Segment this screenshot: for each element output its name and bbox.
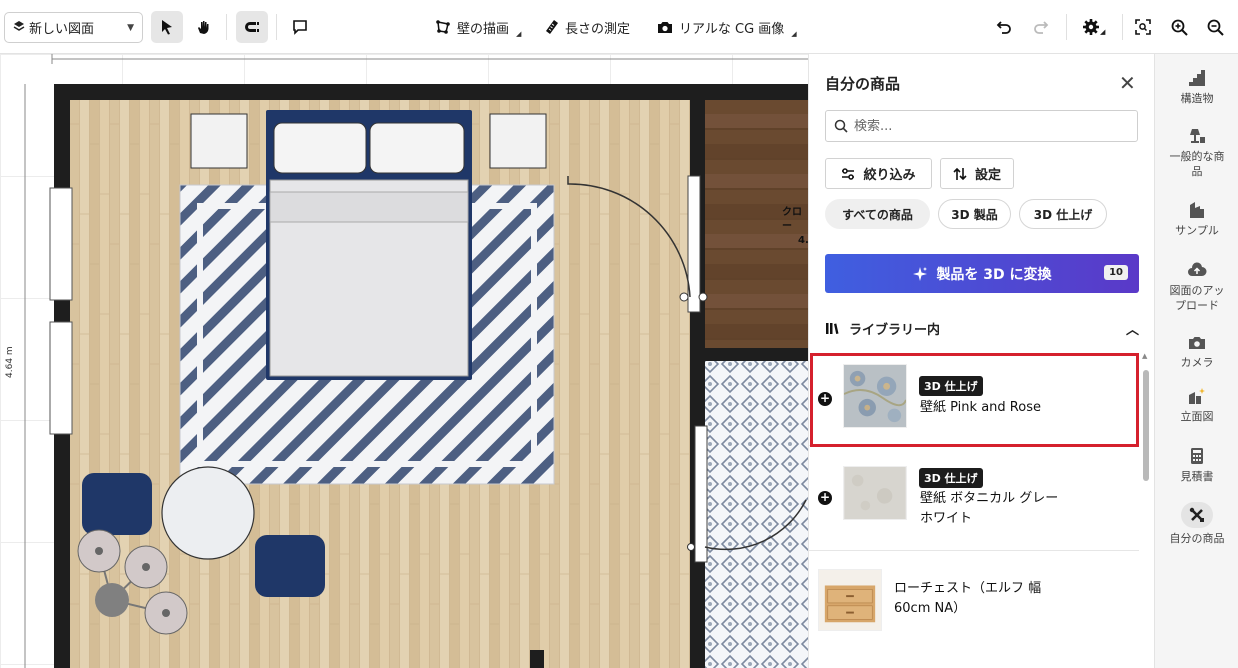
- calculator-icon: [1191, 448, 1203, 464]
- zoom-fit-icon: [1135, 19, 1151, 35]
- rail-item-general-products[interactable]: 一般的な商 品: [1155, 126, 1238, 179]
- zoom-in-icon: [1171, 19, 1188, 36]
- hand-icon: [198, 21, 209, 34]
- measure-tool[interactable]: 長さの測定: [545, 16, 630, 38]
- product-thumbnail: [843, 466, 907, 520]
- convert-label: 製品を 3D に変換: [936, 266, 1052, 283]
- product-thumbnail: [818, 569, 882, 631]
- undo-icon: [996, 21, 1011, 34]
- scrollbar-thumb[interactable]: [1143, 370, 1149, 481]
- my-products-panel: 自分の商品 ✕ 絞り込み 設定 すべての商品 3D 製品 3D 仕上げ 製品を …: [808, 54, 1154, 668]
- library-section-header[interactable]: ライブラリー内 ︿: [825, 316, 1139, 340]
- camera-icon: [658, 22, 672, 33]
- lamp-icon: [1190, 129, 1205, 143]
- close-icon[interactable]: ✕: [1119, 71, 1136, 95]
- product-thumbnail: [843, 364, 907, 428]
- rail-item-my-products[interactable]: 自分の商品: [1155, 502, 1238, 546]
- plan-select-label: 新しい図面: [29, 22, 95, 37]
- rail-item-structure[interactable]: 構造物: [1155, 68, 1238, 106]
- convert-count-badge: 10: [1104, 265, 1128, 280]
- room-label: クロー 4.: [782, 207, 808, 246]
- list-item[interactable]: + 3D 仕上げ 壁紙 ボタニカル グレー ホワイト: [809, 446, 1139, 551]
- dimension-label: 4.64 m: [5, 346, 15, 378]
- product-name: 壁紙 ボタニカル グレー ホワイト: [920, 491, 1059, 526]
- list-item[interactable]: + 3D 仕上げ 壁紙 Pink and Rose: [809, 350, 1139, 446]
- floor-plan-canvas[interactable]: 4.64 m クロー 4.: [0, 54, 808, 668]
- product-name: 壁紙 Pink and Rose: [920, 400, 1041, 415]
- chevron-down-icon: ▼: [127, 22, 134, 33]
- right-tool-rail: 構造物 一般的な商 品 サンプル 図面のアッ プロード カメラ 立面図 見積書 …: [1154, 54, 1238, 668]
- list-item[interactable]: ローチェスト（エルフ 幅 60cm NA）: [809, 551, 1139, 651]
- render-label: リアルな CG 画像: [679, 21, 785, 37]
- pan-tool-button[interactable]: [187, 11, 219, 43]
- search-input[interactable]: [854, 118, 1124, 134]
- zoom-out-button[interactable]: [1207, 19, 1224, 36]
- sparkle-icon: [913, 266, 928, 281]
- settings-label: 設定: [974, 168, 1001, 183]
- filter-button[interactable]: 絞り込み: [825, 158, 932, 189]
- redo-button[interactable]: [1033, 19, 1049, 35]
- draw-walls-menu[interactable]: 壁の描画 ◢: [435, 16, 521, 38]
- render-menu[interactable]: リアルな CG 画像 ◢: [657, 16, 797, 38]
- elevation-icon: [1189, 388, 1205, 404]
- comment-button[interactable]: [284, 11, 316, 43]
- search-field[interactable]: [825, 110, 1138, 142]
- zoom-in-button[interactable]: [1171, 19, 1188, 36]
- rail-item-camera[interactable]: カメラ: [1155, 332, 1238, 370]
- filter-label: 絞り込み: [863, 168, 916, 183]
- sliders-icon: [842, 167, 855, 180]
- top-toolbar: 新しい図面 ▼ 壁の描画 ◢ 長さの測定 リアルな CG 画像 ◢ ◢: [0, 0, 1238, 54]
- corner-triangle-icon: ◢: [1100, 28, 1106, 36]
- zoom-out-icon: [1207, 19, 1224, 36]
- magnet-icon: [245, 22, 259, 32]
- draw-walls-label: 壁の描画: [457, 21, 510, 37]
- tools-icon: [1189, 507, 1204, 522]
- cloud-upload-icon: [1188, 262, 1207, 276]
- search-icon: [834, 119, 848, 133]
- finish-badge: 3D 仕上げ: [919, 376, 983, 396]
- sort-settings-button[interactable]: 設定: [940, 158, 1014, 189]
- chevron-up-icon: ︿: [1125, 322, 1139, 338]
- panel-title: 自分の商品: [825, 75, 901, 93]
- pill-all-products[interactable]: すべての商品: [825, 199, 930, 229]
- floor-plan-drawing: [24, 54, 808, 668]
- add-icon[interactable]: +: [818, 392, 832, 406]
- convert-to-3d-button[interactable]: 製品を 3D に変換 10: [825, 254, 1139, 293]
- zoom-fit-button[interactable]: [1135, 19, 1151, 35]
- measure-label: 長さの測定: [565, 21, 631, 37]
- finish-badge: 3D 仕上げ: [919, 468, 983, 488]
- corner-triangle-icon: ◢: [791, 30, 797, 38]
- redo-icon: [1034, 21, 1049, 34]
- rail-item-samples[interactable]: サンプル: [1155, 200, 1238, 238]
- rail-item-estimate[interactable]: 見積書: [1155, 446, 1238, 484]
- pill-3d-finishes[interactable]: 3D 仕上げ: [1019, 199, 1107, 229]
- settings-button[interactable]: ◢: [1082, 18, 1105, 36]
- pill-3d-products[interactable]: 3D 製品: [938, 199, 1011, 229]
- product-name: ローチェスト（エルフ 幅 60cm NA）: [894, 581, 1042, 616]
- corner-triangle-icon: ◢: [516, 30, 522, 38]
- cursor-icon: [162, 20, 172, 35]
- library-icon: [826, 323, 839, 334]
- rail-item-upload-plan[interactable]: 図面のアッ プロード: [1155, 260, 1238, 313]
- layers-icon: [13, 20, 25, 36]
- camera-icon: [1189, 336, 1205, 349]
- gear-icon: [1083, 19, 1099, 35]
- library-section-title: ライブラリー内: [849, 322, 941, 338]
- select-tool-button[interactable]: [151, 11, 183, 43]
- comment-icon: [293, 20, 307, 35]
- sort-icon: [953, 167, 967, 180]
- undo-button[interactable]: [996, 19, 1012, 35]
- plan-select[interactable]: 新しい図面 ▼: [4, 12, 143, 43]
- ruler-icon: [546, 20, 558, 34]
- stairs-icon: [1189, 70, 1205, 86]
- magnet-toggle-button[interactable]: [236, 11, 268, 43]
- rail-item-elevation[interactable]: 立面図: [1155, 386, 1238, 424]
- house-icon: [1190, 202, 1204, 218]
- wall-draw-icon: [436, 20, 450, 34]
- add-icon[interactable]: +: [818, 491, 832, 505]
